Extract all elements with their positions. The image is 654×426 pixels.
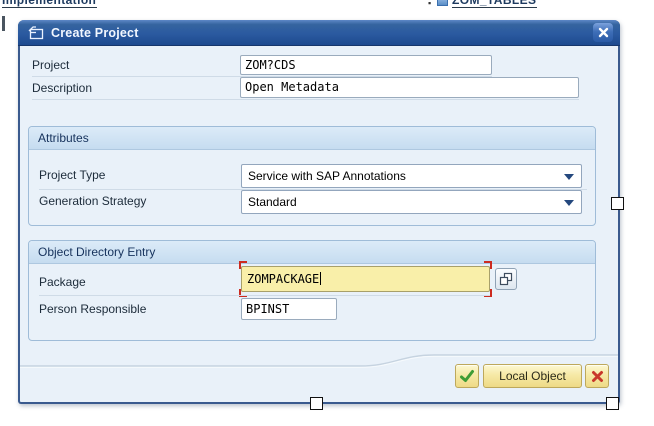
project-type-value: Service with SAP Annotations (248, 169, 406, 183)
row-divider (32, 99, 579, 100)
project-type-label: Project Type (39, 168, 105, 182)
resize-handle-bottom[interactable] (310, 397, 323, 410)
package-field-focus-frame: ZOMPACKAGE (241, 266, 490, 292)
generation-strategy-value: Standard (248, 195, 297, 209)
attributes-group-title: Attributes (38, 131, 89, 145)
description-label: Description (32, 81, 92, 95)
background-tree-fragment-left: Implementation (2, 0, 112, 18)
chevron-down-icon (564, 174, 574, 180)
background-tree-fragment-right: ▪ ZOM_TABLES (428, 0, 558, 18)
create-project-dialog: Create Project Project ZOM?CDS Descripti… (18, 20, 620, 404)
local-object-button[interactable]: Local Object (483, 364, 582, 388)
resize-handle-bottom-right[interactable] (606, 397, 619, 410)
focus-bracket-icon (484, 261, 492, 269)
cross-icon (591, 370, 604, 383)
chevron-down-icon (564, 200, 574, 206)
cancel-button[interactable] (585, 364, 609, 388)
checkmark-icon (459, 369, 475, 383)
project-type-select[interactable]: Service with SAP Annotations (241, 164, 582, 188)
tree-bullet-icon: ▪ (428, 0, 431, 8)
background-node-text: ZOM_TABLES (452, 0, 537, 8)
project-input[interactable]: ZOM?CDS (240, 55, 492, 75)
dialog-titlebar[interactable]: Create Project (18, 20, 620, 46)
package-label: Package (39, 275, 86, 289)
close-icon (598, 27, 609, 38)
row-divider (39, 295, 490, 296)
screen: { "background": { "left_fragment": "Impl… (0, 0, 654, 426)
package-value: ZOMPACKAGE (247, 272, 319, 286)
close-button[interactable] (593, 23, 613, 42)
generation-strategy-select[interactable]: Standard (241, 190, 582, 214)
table-icon (437, 0, 448, 6)
background-link-text: Implementation (2, 0, 97, 8)
project-label: Project (32, 58, 69, 72)
background-edge-fragment (2, 16, 5, 31)
object-directory-group-header: Object Directory Entry (29, 241, 595, 264)
focus-bracket-icon (239, 261, 247, 269)
object-directory-group-title: Object Directory Entry (38, 245, 155, 259)
value-help-icon (499, 272, 513, 286)
object-directory-group: Object Directory Entry Package ZOMPACKAG… (28, 240, 596, 341)
package-input[interactable]: ZOMPACKAGE (241, 266, 490, 292)
confirm-button[interactable] (455, 364, 479, 388)
resize-handle-right[interactable] (611, 197, 624, 210)
person-responsible-input[interactable]: BPINST (241, 298, 337, 320)
person-responsible-label: Person Responsible (39, 302, 146, 316)
value-help-button[interactable] (495, 268, 517, 290)
create-project-icon (28, 26, 44, 40)
dialog-title: Create Project (51, 26, 139, 40)
attributes-group: Attributes Project Type Service with SAP… (28, 126, 596, 226)
generation-strategy-label: Generation Strategy (39, 194, 146, 208)
local-object-button-label: Local Object (495, 369, 570, 383)
attributes-group-header: Attributes (29, 127, 595, 150)
description-input[interactable]: Open Metadata (240, 77, 579, 98)
text-caret (320, 272, 321, 285)
